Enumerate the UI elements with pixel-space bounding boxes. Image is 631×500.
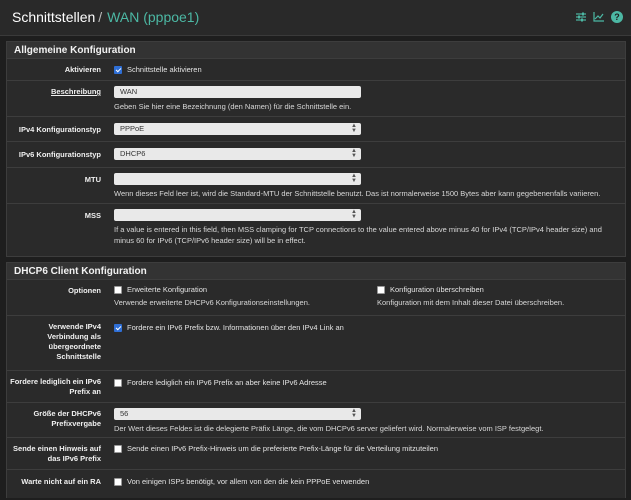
no-ra-checkbox[interactable]: Von einigen ISPs benötigt, vor allem von… xyxy=(114,477,369,486)
ipv6-type-label: IPv6 Konfigurationstyp xyxy=(18,150,101,159)
options-label: Optionen xyxy=(68,286,101,295)
header-tools: ? xyxy=(575,11,623,23)
advanced-config-checkbox[interactable]: Erweiterte Konfiguration xyxy=(114,285,310,294)
checkbox-unchecked[interactable] xyxy=(114,378,122,387)
checkbox-unchecked[interactable] xyxy=(114,444,122,453)
panel-title: DHCP6 Client Konfiguration xyxy=(7,263,625,280)
dhcp6-client-panel: DHCP6 Client Konfiguration Optionen Erwe… xyxy=(6,262,626,498)
select-arrows-icon: ▲ ▼ xyxy=(351,408,357,419)
breadcrumb-separator: / xyxy=(98,9,103,25)
mss-help: If a value is entered in this field, the… xyxy=(114,225,602,245)
prefix-size-help: Der Wert dieses Feldes ist die delegiert… xyxy=(114,424,544,433)
spinner-arrows-icon[interactable]: ▲ ▼ xyxy=(351,173,357,184)
title-bar: Schnittstellen / WAN (pppoe1) ? xyxy=(0,0,631,36)
override-config-help: Konfiguration mit dem Inhalt dieser Date… xyxy=(377,298,565,307)
description-label[interactable]: Beschreibung xyxy=(7,87,101,97)
use-ipv4-checkbox[interactable]: Fordere ein IPv6 Prefix bzw. Information… xyxy=(114,323,344,332)
prefix-hint-checkbox[interactable]: Sende einen IPv6 Prefix-Hinweis um die p… xyxy=(114,444,438,453)
mtu-row: MTU ▲ ▼ Wenn dieses Feld leer ist, wird d… xyxy=(7,168,625,204)
select-arrows-icon: ▲ ▼ xyxy=(351,123,357,134)
checkbox-unchecked[interactable] xyxy=(114,477,122,486)
prefix-only-row: Fordere lediglich ein IPv6 Prefix an Ford… xyxy=(7,371,625,403)
mss-input[interactable]: ▲ ▼ xyxy=(114,209,361,221)
checkbox-checked[interactable] xyxy=(114,65,122,74)
description-input[interactable]: WAN xyxy=(114,86,361,98)
mtu-label: MTU xyxy=(84,175,101,184)
ipv6-type-row: IPv6 Konfigurationstyp DHCP6 ▲ ▼ xyxy=(7,142,625,168)
sliders-icon[interactable] xyxy=(575,11,587,23)
select-arrows-icon: ▲ ▼ xyxy=(351,148,357,159)
mss-row: MSS ▲ ▼ If a value is entered in this fie… xyxy=(7,204,625,254)
help-icon[interactable]: ? xyxy=(611,11,623,23)
prefix-size-select[interactable]: 56 ▲ ▼ xyxy=(114,408,361,420)
breadcrumb-interfaces-link[interactable]: Schnittstellen xyxy=(12,9,95,25)
mss-label: MSS xyxy=(84,211,101,220)
ipv6-type-select[interactable]: DHCP6 ▲ ▼ xyxy=(114,148,361,160)
chart-icon[interactable] xyxy=(593,11,605,23)
use-ipv4-row: Verwende IPv4 Verbindung als übergeordnete… xyxy=(7,316,625,371)
mtu-input[interactable]: ▲ ▼ xyxy=(114,173,361,185)
panel-title: Allgemeine Konfiguration xyxy=(7,42,625,59)
checkbox-unchecked[interactable] xyxy=(377,285,385,294)
prefix-only-label: Fordere lediglich ein IPv6 Prefix an xyxy=(10,377,101,396)
options-row: Optionen Erweiterte Konfiguration Verwen… xyxy=(7,280,625,316)
checkbox-unchecked[interactable] xyxy=(114,285,122,294)
checkbox-checked[interactable] xyxy=(114,323,122,332)
prefix-size-row: Größe der DHCPv6 Prefixvergabe 56 ▲ ▼ Der W… xyxy=(7,403,625,438)
prefix-size-label: Größe der DHCPv6 Prefixvergabe xyxy=(33,409,101,428)
use-ipv4-label: Verwende IPv4 Verbindung als übergeordnete… xyxy=(47,322,101,361)
ipv4-type-label: IPv4 Konfigurationstyp xyxy=(18,125,101,134)
enable-checkbox[interactable]: Schnittstelle aktivieren xyxy=(114,65,202,74)
no-ra-row: Warte nicht auf ein RA Von einigen ISPs … xyxy=(7,470,625,498)
general-config-panel: Allgemeine Konfiguration Aktivieren Schn… xyxy=(6,41,626,257)
ipv4-type-select[interactable]: PPPoE ▲ ▼ xyxy=(114,123,361,135)
prefix-hint-row: Sende einen Hinweis auf das IPv6 Prefix S… xyxy=(7,438,625,470)
ipv4-type-row: IPv4 Konfigurationstyp PPPoE ▲ ▼ xyxy=(7,117,625,142)
breadcrumb: Schnittstellen / WAN (pppoe1) xyxy=(12,9,199,25)
prefix-hint-label: Sende einen Hinweis auf das IPv6 Prefix xyxy=(13,444,101,463)
enable-row: Aktivieren Schnittstelle aktivieren xyxy=(7,59,625,81)
advanced-config-help: Verwende erweiterte DHCPv6 Konfiguration… xyxy=(114,298,310,307)
mtu-help: Wenn dieses Feld leer ist, wird die Stan… xyxy=(114,189,601,198)
prefix-only-checkbox[interactable]: Fordere lediglich ein IPv6 Prefix an abe… xyxy=(114,378,327,387)
spinner-arrows-icon[interactable]: ▲ ▼ xyxy=(351,209,357,220)
no-ra-label: Warte nicht auf ein RA xyxy=(21,477,101,486)
description-help: Geben Sie hier eine Bezeichnung (den Nam… xyxy=(114,102,352,111)
override-config-checkbox[interactable]: Konfiguration überschreiben xyxy=(377,285,564,294)
breadcrumb-current: WAN (pppoe1) xyxy=(107,9,200,25)
enable-label: Aktivieren xyxy=(64,65,101,74)
description-row: Beschreibung WAN Geben Sie hier eine Bez… xyxy=(7,81,625,117)
